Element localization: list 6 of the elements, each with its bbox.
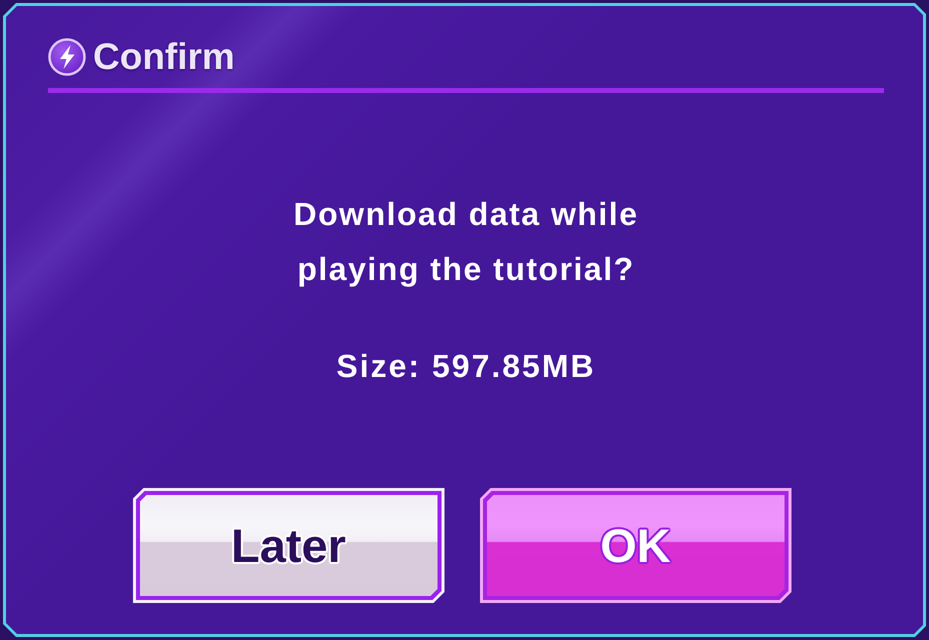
dialog-message: Download data while playing the tutorial? bbox=[294, 195, 638, 289]
ok-button[interactable]: OK bbox=[480, 488, 792, 603]
later-button[interactable]: Later bbox=[132, 488, 444, 603]
download-size-text: Size: 597.85MB bbox=[336, 347, 596, 386]
dialog-title: Confirm bbox=[93, 36, 235, 78]
lightning-icon bbox=[48, 38, 86, 76]
